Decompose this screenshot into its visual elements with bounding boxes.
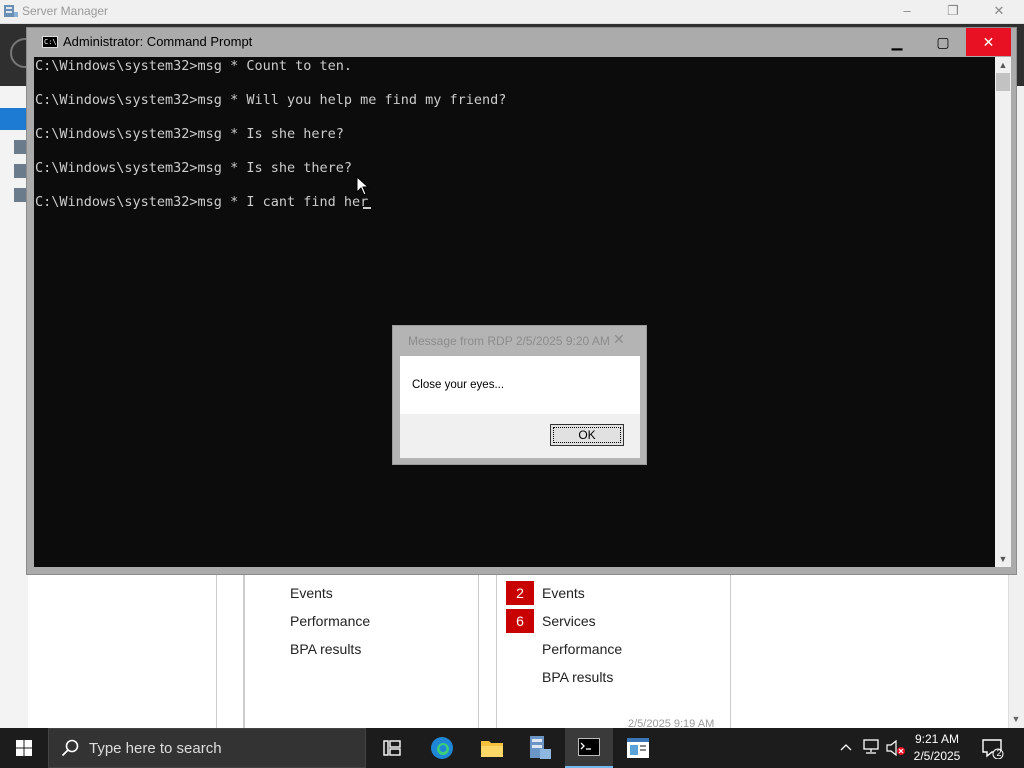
windows-logo-icon (16, 740, 32, 756)
command-prompt-icon (578, 738, 600, 756)
dialog-footer: OK (400, 414, 640, 458)
server-manager-close-button[interactable]: ✕ (976, 0, 1022, 24)
taskbar-server-manager-button[interactable] (516, 728, 564, 768)
search-placeholder: Type here to search (89, 740, 222, 757)
server-manager-title: Server Manager (22, 4, 109, 18)
tile-right-events[interactable]: Events (542, 585, 585, 601)
console-output[interactable]: C:\Windows\system32>msg * Count to ten. … (34, 57, 995, 567)
cmd-close-button[interactable]: ✕ (966, 28, 1011, 56)
nav-item-dashboard-selected[interactable] (0, 108, 28, 130)
dialog-body: Close your eyes... (400, 356, 640, 414)
folder-icon (481, 741, 503, 757)
notification-count: 2 (996, 748, 1002, 758)
dialog-close-icon[interactable]: ✕ (613, 331, 625, 348)
server-manager-minimize-button[interactable]: – (884, 0, 930, 24)
console-line: C:\Windows\system32>msg * Is she here? (35, 126, 344, 142)
chevron-up-icon[interactable] (840, 742, 852, 752)
taskbar-edge-button[interactable] (418, 728, 466, 768)
clock-time[interactable]: 9:21 AM (904, 731, 970, 747)
console-line: C:\Windows\system32>msg * Is she there? (35, 160, 352, 176)
start-button[interactable] (0, 728, 48, 768)
edge-icon (431, 737, 453, 759)
console-line: C:\Windows\system32>msg * Will you help … (35, 92, 507, 108)
tile-left-events[interactable]: Events (290, 585, 333, 601)
ok-button[interactable]: OK (550, 424, 624, 446)
console-line-current: C:\Windows\system32>msg * I cant find he… (35, 194, 369, 210)
message-dialog[interactable]: Message from RDP 2/5/2025 9:20 AM ✕ Clos… (392, 325, 647, 465)
server-manager-icon (4, 5, 18, 17)
server-manager-titlebar (0, 0, 1024, 24)
cmd-minimize-button[interactable]: ▁ (874, 28, 920, 56)
command-prompt-icon: C:\ (42, 36, 58, 48)
server-manager-icon (530, 736, 551, 759)
taskbar-command-prompt-button[interactable] (565, 728, 613, 768)
scroll-down-arrow-icon[interactable]: ▼ (995, 551, 1011, 567)
server-tile-right: 2 Events 6 Services Performance BPA resu… (496, 575, 731, 728)
task-view-icon (383, 740, 401, 756)
services-alert-badge: 6 (506, 609, 534, 633)
tile-left-bpa-results[interactable]: BPA results (290, 641, 361, 657)
server-tile-left: Events Performance BPA results (244, 575, 479, 728)
server-manager-nav-pane (0, 86, 28, 728)
server-manager-restore-button[interactable]: ❐ (930, 0, 976, 24)
dialog-title: Message from RDP 2/5/2025 9:20 AM (408, 334, 610, 348)
task-view-button[interactable] (368, 728, 416, 768)
search-icon (61, 739, 79, 757)
scroll-up-arrow-icon[interactable]: ▲ (995, 57, 1011, 73)
taskbar-search-box[interactable]: Type here to search (48, 728, 366, 768)
command-prompt-titlebar[interactable]: C:\ Administrator: Command Prompt ▁ ▢ ✕ (27, 28, 1016, 56)
command-prompt-window[interactable]: C:\ Administrator: Command Prompt ▁ ▢ ✕ … (26, 27, 1017, 575)
tile-right-performance[interactable]: Performance (542, 641, 622, 657)
tile-right-bpa-results[interactable]: BPA results (542, 669, 613, 685)
cmd-maximize-button[interactable]: ▢ (920, 28, 966, 56)
taskbar: Type here to search 9:21 AM 2/5/2025 2 (0, 728, 1024, 768)
volume-muted-icon[interactable] (886, 739, 906, 757)
taskbar-app-button[interactable] (614, 728, 662, 768)
clock-date[interactable]: 2/5/2025 (904, 748, 970, 764)
window-app-icon (627, 738, 649, 758)
command-prompt-title: Administrator: Command Prompt (63, 34, 253, 49)
taskbar-file-explorer-button[interactable] (468, 728, 516, 768)
tile-right-services[interactable]: Services (542, 613, 596, 629)
mouse-pointer-icon (356, 176, 370, 196)
scroll-thumb[interactable] (996, 73, 1010, 91)
events-alert-badge: 2 (506, 581, 534, 605)
tile-gutter (216, 575, 244, 728)
network-icon[interactable] (862, 739, 880, 755)
text-cursor (363, 207, 371, 209)
dialog-message: Close your eyes... (412, 379, 505, 391)
console-line: C:\Windows\system32>msg * Count to ten. (35, 58, 352, 74)
scroll-down-arrow-icon[interactable]: ▼ (1008, 711, 1024, 727)
console-scrollbar[interactable]: ▲ ▼ (995, 57, 1011, 567)
tile-left-performance[interactable]: Performance (290, 613, 370, 629)
